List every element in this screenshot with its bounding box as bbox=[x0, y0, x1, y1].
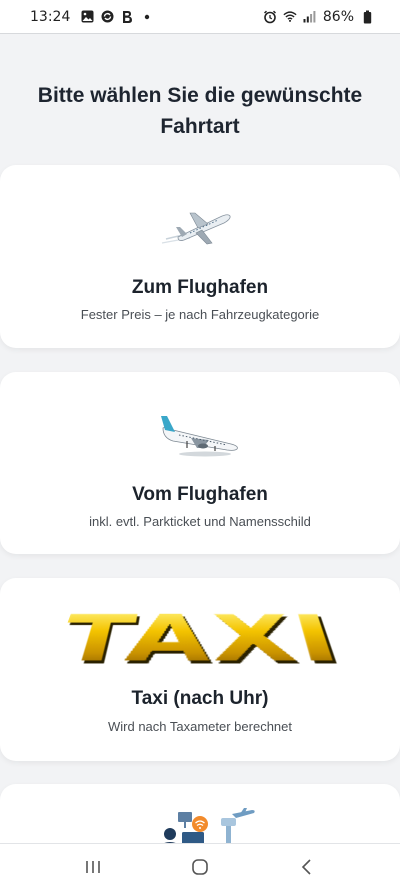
departing-airplane-icon bbox=[0, 203, 400, 251]
signal-icon bbox=[303, 10, 317, 24]
back-icon bbox=[301, 858, 311, 875]
arriving-airplane-icon bbox=[0, 408, 400, 460]
option-title: Taxi (nach Uhr) bbox=[131, 688, 269, 709]
taxi-logo: TAXI bbox=[0, 602, 400, 679]
option-card-to-airport[interactable]: Zum Flughafen Fester Preis – je nach Fah… bbox=[0, 165, 400, 348]
status-bar-right: 86% bbox=[263, 9, 374, 25]
recent-apps-button[interactable] bbox=[73, 847, 113, 887]
option-subtitle: Fester Preis – je nach Fahrzeugkategorie bbox=[80, 307, 320, 322]
dot-icon bbox=[140, 10, 154, 24]
option-card-taxi[interactable]: TAXI Taxi (nach Uhr) Wird nach Taxameter… bbox=[0, 578, 400, 761]
option-subtitle: inkl. evtl. Parkticket und Namensschild bbox=[89, 514, 311, 529]
back-button[interactable] bbox=[287, 847, 327, 887]
status-bar: 13:24 86% bbox=[0, 0, 400, 34]
page-title: Bitte wählen Sie die gewünschte Fahrtart bbox=[37, 84, 363, 138]
status-bar-left: 13:24 bbox=[30, 9, 154, 25]
option-title: Vom Flughafen bbox=[132, 484, 268, 505]
status-time: 13:24 bbox=[30, 8, 71, 25]
system-nav-bar bbox=[0, 843, 400, 889]
wifi-icon bbox=[283, 10, 297, 24]
gallery-icon bbox=[80, 10, 94, 24]
battery-percent: 86% bbox=[322, 8, 354, 25]
recent-apps-icon bbox=[86, 860, 101, 873]
alarm-icon bbox=[263, 10, 277, 24]
b-app-icon bbox=[120, 10, 134, 24]
battery-icon bbox=[360, 10, 374, 24]
home-button[interactable] bbox=[180, 847, 220, 887]
option-card-from-airport[interactable]: Vom Flughafen inkl. evtl. Parkticket und… bbox=[0, 372, 400, 554]
option-subtitle: Wird nach Taxameter berechnet bbox=[107, 719, 293, 734]
sync-icon bbox=[100, 10, 114, 24]
taxi-logo-text: TAXI bbox=[47, 603, 353, 679]
home-icon bbox=[192, 858, 208, 875]
option-title: Zum Flughafen bbox=[131, 277, 269, 298]
